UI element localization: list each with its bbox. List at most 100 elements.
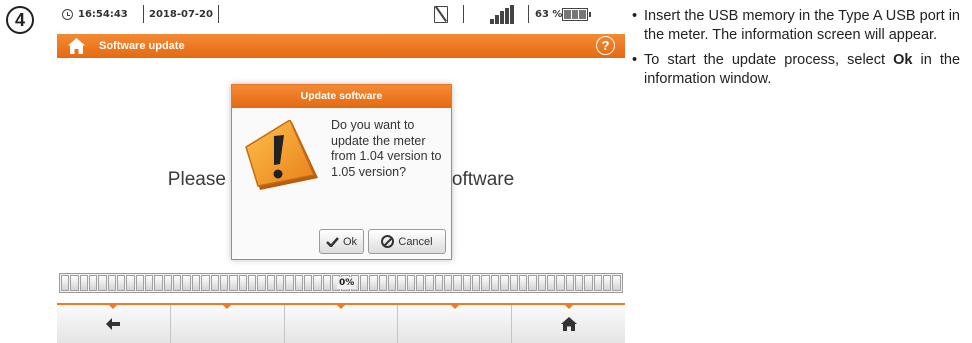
bottom-toolbar bbox=[57, 303, 625, 343]
progress-segment bbox=[546, 275, 556, 291]
page-title: Software update bbox=[99, 40, 185, 52]
update-progress-bar: 0% bbox=[59, 273, 623, 293]
progress-segment bbox=[369, 275, 378, 291]
dialog-body: Do you want to update the meter from 1.0… bbox=[232, 108, 451, 223]
progress-segment bbox=[593, 275, 602, 291]
progress-segment bbox=[98, 275, 107, 291]
progress-segment bbox=[453, 275, 462, 291]
progress-segment bbox=[107, 275, 117, 291]
progress-segment bbox=[406, 275, 416, 291]
step-number-badge: 4 bbox=[6, 6, 34, 34]
progress-segment bbox=[584, 275, 593, 291]
update-software-dialog: Update software Do you want to update th… bbox=[231, 84, 452, 260]
check-icon bbox=[326, 236, 339, 247]
status-bar: 16:54:43 2018-07-20 63 % bbox=[57, 0, 625, 30]
progress-segment bbox=[434, 275, 444, 291]
progress-segment bbox=[294, 275, 303, 291]
home-icon bbox=[560, 317, 577, 331]
back-arrow-icon bbox=[106, 318, 121, 330]
dialog-title: Update software bbox=[232, 85, 451, 108]
progress-segment bbox=[238, 275, 247, 291]
progress-segment bbox=[416, 275, 425, 291]
meter-screen: 16:54:43 2018-07-20 63 % Software update… bbox=[57, 0, 625, 343]
progress-segment bbox=[126, 275, 135, 291]
progress-segment bbox=[163, 275, 173, 291]
instruction-ok-emphasis: Ok bbox=[893, 52, 913, 68]
progress-segment bbox=[556, 275, 565, 291]
instructions-list: Insert the USB memory in the Type A USB … bbox=[632, 7, 960, 95]
cancel-button-label: Cancel bbox=[398, 235, 433, 248]
home-button[interactable] bbox=[512, 304, 625, 343]
status-separator bbox=[218, 5, 219, 23]
toolbar-empty-slot[interactable] bbox=[170, 304, 285, 343]
progress-segment bbox=[275, 275, 285, 291]
progress-segment bbox=[303, 275, 313, 291]
title-bar: Software update ? bbox=[57, 34, 625, 58]
status-separator bbox=[463, 5, 464, 23]
home-icon[interactable] bbox=[68, 38, 85, 54]
progress-segment bbox=[602, 275, 612, 291]
progress-segment bbox=[70, 275, 79, 291]
toolbar-empty-slot[interactable] bbox=[284, 304, 399, 343]
cancel-button[interactable]: Cancel bbox=[368, 229, 446, 254]
progress-segment bbox=[322, 275, 331, 291]
status-separator bbox=[143, 5, 144, 23]
progress-segment bbox=[191, 275, 201, 291]
status-date: 2018-07-20 bbox=[149, 9, 213, 20]
progress-segment bbox=[518, 275, 528, 291]
battery-percent: 63 % bbox=[535, 9, 563, 20]
warning-icon bbox=[245, 120, 318, 190]
progress-segment bbox=[135, 275, 145, 291]
instruction-text: To start the update process, select bbox=[644, 52, 894, 68]
progress-segment bbox=[247, 275, 257, 291]
progress-segment bbox=[145, 275, 154, 291]
progress-segment bbox=[574, 275, 584, 291]
ok-button-label: Ok bbox=[342, 235, 358, 248]
progress-segment bbox=[173, 275, 182, 291]
instruction-text: Insert the USB memory in the Type A USB … bbox=[644, 8, 960, 43]
progress-segment bbox=[61, 275, 70, 291]
back-button[interactable] bbox=[57, 304, 171, 343]
progress-segment bbox=[500, 275, 509, 291]
progress-segment bbox=[388, 275, 397, 291]
signal-strength-icon bbox=[490, 5, 514, 24]
progress-segment bbox=[285, 275, 294, 291]
progress-segment bbox=[257, 275, 266, 291]
status-time: 16:54:43 bbox=[78, 9, 128, 20]
progress-segment bbox=[154, 275, 163, 291]
progress-segment bbox=[528, 275, 537, 291]
progress-segment bbox=[182, 275, 191, 291]
progress-segment bbox=[612, 275, 621, 291]
help-icon[interactable]: ? bbox=[596, 36, 615, 55]
progress-segment bbox=[462, 275, 472, 291]
ok-button[interactable]: Ok bbox=[319, 229, 364, 254]
battery-icon bbox=[562, 8, 591, 21]
progress-segment bbox=[210, 275, 219, 291]
instruction-item: Insert the USB memory in the Type A USB … bbox=[632, 7, 960, 45]
progress-segment bbox=[219, 275, 229, 291]
progress-segment bbox=[444, 275, 453, 291]
progress-segment bbox=[313, 275, 322, 291]
progress-segment bbox=[378, 275, 388, 291]
progress-percent: 0% bbox=[337, 277, 357, 289]
progress-segment bbox=[229, 275, 238, 291]
progress-segment bbox=[537, 275, 546, 291]
progress-segment bbox=[472, 275, 481, 291]
progress-segment bbox=[89, 275, 98, 291]
instruction-item: To start the update process, select Ok i… bbox=[632, 51, 960, 89]
progress-segment bbox=[481, 275, 490, 291]
progress-segment bbox=[117, 275, 126, 291]
progress-segment bbox=[397, 275, 406, 291]
dialog-question: Do you want to update the meter from 1.0… bbox=[331, 118, 442, 179]
progress-segment bbox=[490, 275, 500, 291]
status-separator bbox=[528, 5, 529, 23]
sim-card-crossed-icon bbox=[434, 6, 448, 23]
toolbar-empty-slot[interactable] bbox=[398, 304, 513, 343]
clock-icon bbox=[62, 9, 73, 20]
dialog-buttons: Ok Cancel bbox=[232, 223, 451, 259]
progress-segment bbox=[360, 275, 369, 291]
progress-segment bbox=[425, 275, 434, 291]
cancel-icon bbox=[381, 235, 395, 248]
progress-segment bbox=[509, 275, 518, 291]
progress-segment bbox=[266, 275, 275, 291]
